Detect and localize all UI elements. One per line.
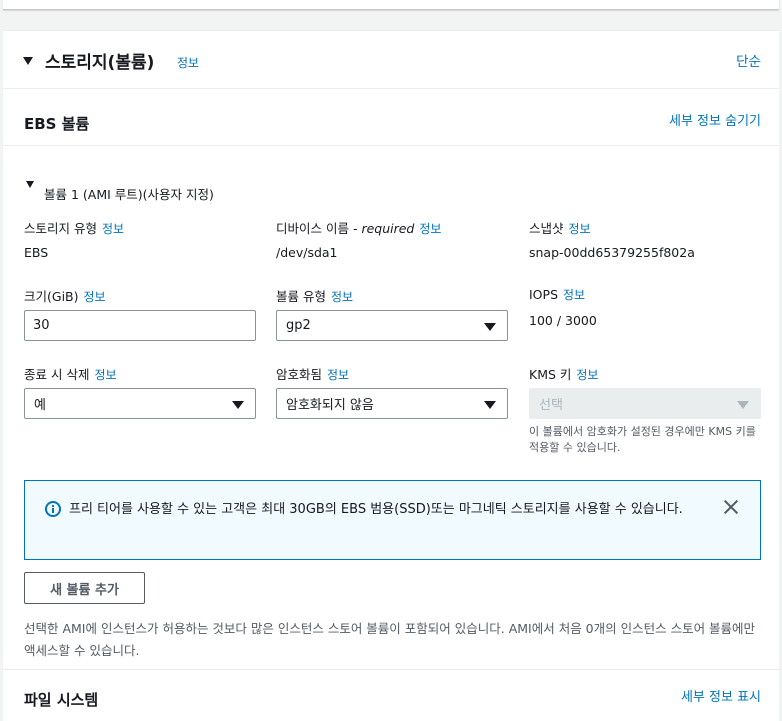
delete-on-termination-select[interactable]: 예 (24, 388, 256, 419)
required-tag: required (361, 221, 415, 236)
add-volume-button[interactable]: 새 볼륨 추가 (24, 572, 145, 604)
volume-type-select[interactable]: gp2 (276, 310, 508, 341)
simple-view-link[interactable]: 단순 (736, 50, 761, 70)
divider (3, 145, 779, 146)
encrypted-info-link[interactable]: 정보 (327, 368, 349, 382)
volume-type-info-link[interactable]: 정보 (331, 290, 353, 304)
storage-type-info-link[interactable]: 정보 (102, 222, 124, 236)
section-title: 스토리지(볼륨) (45, 53, 155, 73)
snapshot-label: 스냅샷 정보 (529, 221, 591, 236)
device-name-info-link[interactable]: 정보 (419, 222, 441, 236)
instance-store-note: 선택한 AMI에 인스턴스가 허용하는 것보다 많은 인스턴스 스토어 볼륨이 … (24, 621, 756, 658)
iops-value: 100 / 3000 (529, 313, 597, 328)
size-label: 크기(GiB) 정보 (24, 289, 106, 304)
delete-on-termination-info-link[interactable]: 정보 (94, 368, 116, 382)
storage-type-label: 스토리지 유형 정보 (24, 221, 125, 236)
section-info-link[interactable]: 정보 (177, 54, 199, 71)
dropdown-arrow-icon (232, 401, 244, 409)
alert-message: 프리 티어를 사용할 수 있는 고객은 최대 30GB의 EBS 범용(SSD)… (69, 502, 683, 517)
file-system-title: 파일 시스템 (24, 691, 99, 709)
size-input[interactable]: 30 (24, 310, 256, 341)
info-icon (45, 501, 61, 517)
caret-down-icon[interactable] (26, 181, 34, 188)
dropdown-arrow-icon (484, 401, 496, 409)
kms-key-label: KMS 키 정보 (529, 367, 599, 382)
encrypted-select[interactable]: 암호화되지 않음 (276, 388, 508, 419)
hide-details-link[interactable]: 세부 정보 숨기기 (669, 110, 761, 129)
encrypted-label: 암호화됨 정보 (276, 367, 350, 382)
free-tier-alert: 프리 티어를 사용할 수 있는 고객은 최대 30GB의 EBS 범용(SSD)… (24, 480, 761, 560)
kms-key-info-link[interactable]: 정보 (576, 368, 598, 382)
ebs-volumes-title: EBS 볼륨 (24, 115, 90, 133)
caret-down-icon[interactable] (23, 57, 33, 65)
iops-label: IOPS 정보 (529, 287, 586, 302)
storage-panel: 스토리지(볼륨) 정보 단순 EBS 볼륨 세부 정보 숨기기 볼륨 1 (AM… (3, 30, 779, 721)
close-icon[interactable] (722, 498, 740, 516)
snapshot-info-link[interactable]: 정보 (569, 222, 591, 236)
device-name-value: /dev/sda1 (276, 245, 338, 260)
device-name-label: 디바이스 이름 - required 정보 (276, 221, 442, 236)
size-info-link[interactable]: 정보 (84, 290, 106, 304)
dropdown-arrow-icon (737, 401, 749, 409)
dropdown-arrow-icon (484, 323, 496, 331)
volume-1-title[interactable]: 볼륨 1 (AMI 루트)(사용자 지정) (44, 184, 214, 203)
kms-key-hint: 이 볼륨에서 암호화가 설정된 경우에만 KMS 키를 적용할 수 있습니다. (529, 425, 756, 454)
storage-type-value: EBS (24, 245, 49, 260)
show-details-link[interactable]: 세부 정보 표시 (681, 686, 761, 705)
kms-key-select[interactable]: 선택 (529, 388, 761, 419)
delete-on-termination-label: 종료 시 삭제 정보 (24, 367, 117, 382)
snapshot-value: snap-00dd65379255f802a (529, 245, 695, 260)
volume-type-label: 볼륨 유형 정보 (276, 289, 354, 304)
storage-section-header[interactable]: 스토리지(볼륨) 정보 단순 (3, 31, 779, 89)
previous-section-card (3, 0, 779, 10)
iops-info-link[interactable]: 정보 (563, 288, 585, 302)
divider (3, 669, 779, 670)
